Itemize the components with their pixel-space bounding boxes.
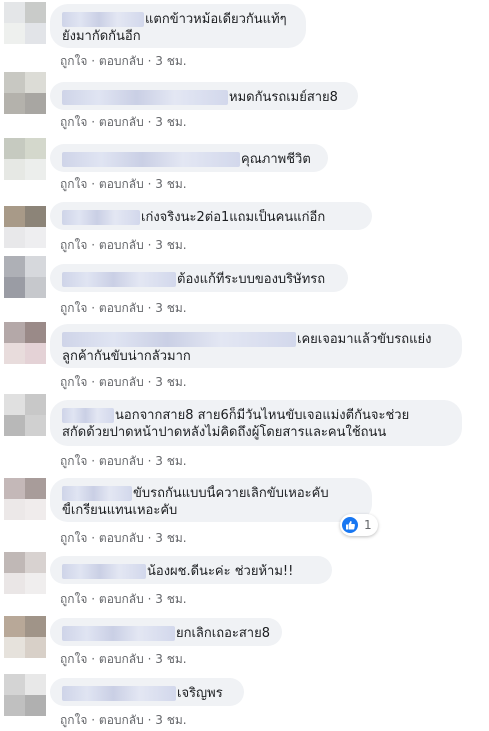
like-link[interactable]: ถูกใจ [60, 711, 87, 730]
avatar[interactable] [4, 322, 46, 364]
reaction-badge[interactable]: 1 [340, 514, 378, 536]
reply-link[interactable]: ตอบกลับ [99, 299, 144, 318]
avatar[interactable] [4, 394, 46, 436]
comment-bubble: เคยเจอมาแล้วขับรถแย่ง ลูกค้ากันขับน่ากลั… [50, 324, 462, 368]
timestamp[interactable]: 3 ชม. [155, 529, 186, 548]
comment-text: คุณภาพชีวิต [241, 152, 311, 167]
timestamp[interactable]: 3 ชม. [155, 373, 186, 392]
comment-bubble: น้องผช.ดีนะค่ะ ช่วยห้าม!! [50, 556, 332, 584]
like-link[interactable]: ถูกใจ [60, 529, 87, 548]
comment-actions: ถูกใจ · ตอบกลับ · 3 ชม. [60, 299, 187, 318]
comment-text: เจริญพร [177, 686, 223, 701]
comment-actions: ถูกใจ · ตอบกลับ · 3 ชม. [60, 452, 187, 471]
redacted-name [62, 686, 176, 701]
comment-text: นอกจากสาย8 สาย6ก็มีวันไหนขับเจอแม่งตีกัน… [115, 408, 410, 423]
comment-actions: ถูกใจ · ตอบกลับ · 3 ชม. [60, 236, 187, 255]
comment-bubble: ยกเลิกเถอะสาย8 [50, 618, 282, 646]
comment-actions: ถูกใจ · ตอบกลับ · 3 ชม. [60, 52, 187, 71]
avatar[interactable] [4, 616, 46, 658]
avatar[interactable] [4, 552, 46, 594]
comment-bubble: ขับรถกันแบบนี้ควายเลิกขับเหอะคับ ขี้เกรี… [50, 478, 372, 522]
comment-bubble: แตกข้าวหม้อเดียวกันแท้ๆ ยังมากัดกันอีก [50, 4, 306, 48]
comment-text: หมดกันรถเมย์สาย8 [229, 90, 338, 105]
reply-link[interactable]: ตอบกลับ [99, 373, 144, 392]
redacted-name [62, 210, 140, 225]
like-link[interactable]: ถูกใจ [60, 175, 87, 194]
avatar[interactable] [4, 72, 46, 114]
avatar[interactable] [4, 2, 46, 44]
comment-text: ขับรถกันแบบนี้ควายเลิกขับเหอะคับ [133, 486, 329, 501]
redacted-name [62, 152, 240, 167]
redacted-name [62, 332, 296, 347]
reply-link[interactable]: ตอบกลับ [99, 236, 144, 255]
like-link[interactable]: ถูกใจ [60, 650, 87, 669]
redacted-name [62, 486, 132, 501]
reply-link[interactable]: ตอบกลับ [99, 590, 144, 609]
comment-bubble: หมดกันรถเมย์สาย8 [50, 82, 358, 110]
comment-text: น้องผช.ดีนะค่ะ ช่วยห้าม!! [147, 564, 294, 579]
reply-link[interactable]: ตอบกลับ [99, 52, 144, 71]
like-link[interactable]: ถูกใจ [60, 299, 87, 318]
timestamp[interactable]: 3 ชม. [155, 236, 186, 255]
comment-text: เคยเจอมาแล้วขับรถแย่ง [297, 332, 432, 347]
timestamp[interactable]: 3 ชม. [155, 113, 186, 132]
reply-link[interactable]: ตอบกลับ [99, 711, 144, 730]
like-link[interactable]: ถูกใจ [60, 236, 87, 255]
timestamp[interactable]: 3 ชม. [155, 299, 186, 318]
comment-text: ต้องแก้ที่ระบบของบริษัทรถ [177, 272, 326, 287]
avatar[interactable] [4, 206, 46, 248]
timestamp[interactable]: 3 ชม. [155, 52, 186, 71]
comment-actions: ถูกใจ · ตอบกลับ · 3 ชม. [60, 711, 187, 730]
like-link[interactable]: ถูกใจ [60, 113, 87, 132]
comment-text: ขี้เกรียนแทนเหอะคับ [62, 503, 178, 518]
redacted-name [62, 12, 144, 27]
comment-text: เก่งจริงนะ2ต่อ1แถมเป็นคนแก่อีก [141, 210, 326, 225]
timestamp[interactable]: 3 ชม. [155, 175, 186, 194]
comment-actions: ถูกใจ · ตอบกลับ · 3 ชม. [60, 373, 187, 392]
thumbs-up-icon [342, 517, 358, 533]
timestamp[interactable]: 3 ชม. [155, 650, 186, 669]
comment-bubble: เก่งจริงนะ2ต่อ1แถมเป็นคนแก่อีก [50, 202, 372, 230]
avatar[interactable] [4, 256, 46, 298]
comment-actions: ถูกใจ · ตอบกลับ · 3 ชม. [60, 175, 187, 194]
avatar[interactable] [4, 478, 46, 520]
comment-bubble: นอกจากสาย8 สาย6ก็มีวันไหนขับเจอแม่งตีกัน… [50, 400, 462, 446]
redacted-name [62, 626, 175, 641]
like-link[interactable]: ถูกใจ [60, 452, 87, 471]
reply-link[interactable]: ตอบกลับ [99, 650, 144, 669]
comment-text: สกัดด้วยปาดหน้าปาดหลังไม่คิดถึงผู้โดยสาร… [62, 425, 387, 440]
like-link[interactable]: ถูกใจ [60, 373, 87, 392]
comment-actions: ถูกใจ · ตอบกลับ · 3 ชม. [60, 650, 187, 669]
comment-text: ลูกค้ากันขับน่ากลัวมาก [62, 349, 191, 364]
redacted-name [62, 90, 228, 105]
timestamp[interactable]: 3 ชม. [155, 590, 186, 609]
redacted-name [62, 564, 146, 579]
comment-text: ยกเลิกเถอะสาย8 [176, 626, 270, 641]
comment-actions: ถูกใจ · ตอบกลับ · 3 ชม. [60, 529, 187, 548]
redacted-name [62, 408, 114, 423]
reply-link[interactable]: ตอบกลับ [99, 113, 144, 132]
reply-link[interactable]: ตอบกลับ [99, 452, 144, 471]
comment-actions: ถูกใจ · ตอบกลับ · 3 ชม. [60, 113, 187, 132]
avatar[interactable] [4, 138, 46, 180]
like-link[interactable]: ถูกใจ [60, 590, 87, 609]
comment-text: ยังมากัดกันอีก [62, 29, 141, 44]
comment-bubble: คุณภาพชีวิต [50, 144, 328, 172]
comment-actions: ถูกใจ · ตอบกลับ · 3 ชม. [60, 590, 187, 609]
comment-text: แตกข้าวหม้อเดียวกันแท้ๆ [145, 12, 287, 27]
reaction-count: 1 [364, 518, 372, 532]
reply-link[interactable]: ตอบกลับ [99, 175, 144, 194]
redacted-name [62, 272, 176, 287]
comment-bubble: ต้องแก้ที่ระบบของบริษัทรถ [50, 264, 348, 292]
avatar[interactable] [4, 674, 46, 716]
reply-link[interactable]: ตอบกลับ [99, 529, 144, 548]
comment-bubble: เจริญพร [50, 678, 244, 706]
timestamp[interactable]: 3 ชม. [155, 452, 186, 471]
timestamp[interactable]: 3 ชม. [155, 711, 186, 730]
like-link[interactable]: ถูกใจ [60, 52, 87, 71]
